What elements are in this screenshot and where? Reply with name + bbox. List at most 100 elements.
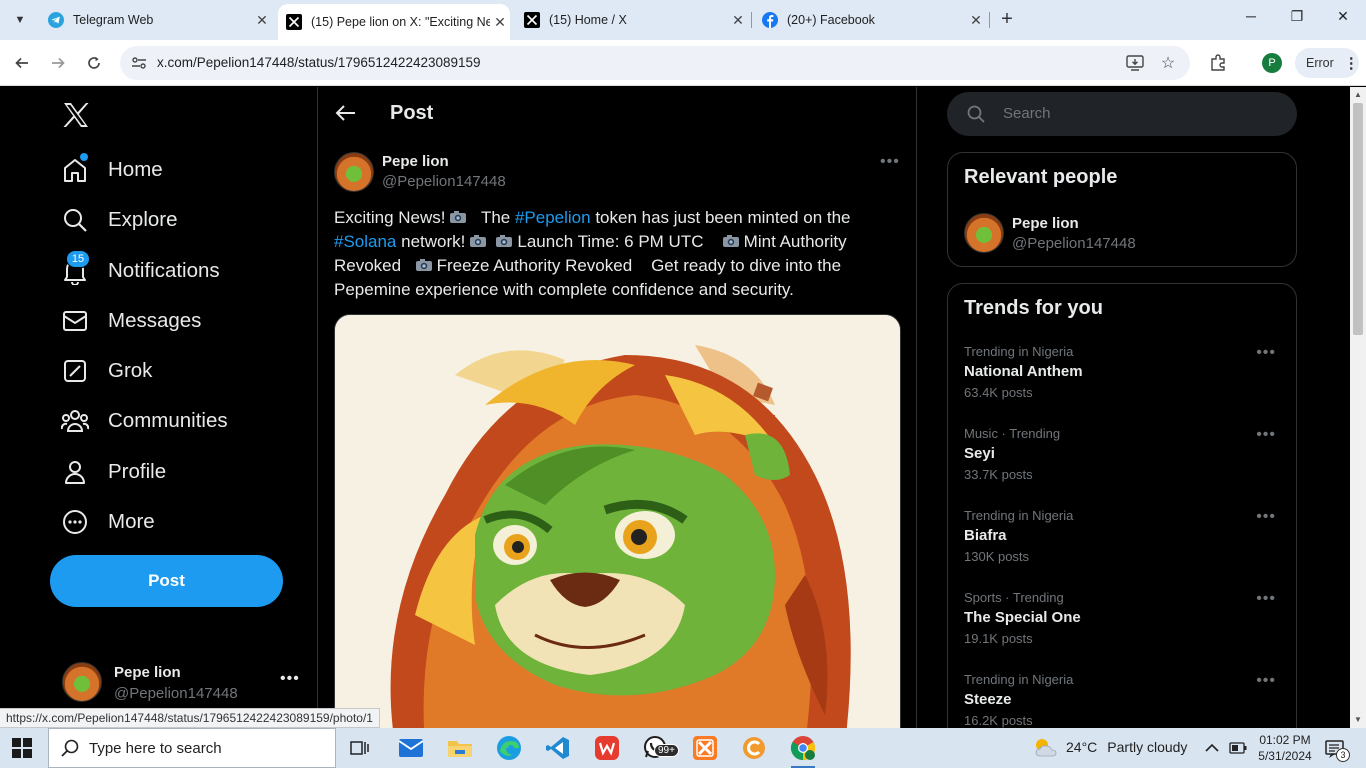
x-icon	[524, 12, 540, 28]
close-icon[interactable]: ✕	[966, 12, 986, 29]
hashtag-link[interactable]: #Pepelion	[515, 208, 591, 227]
tab-title: (15) Pepe lion on X: "Exciting Ne	[311, 15, 490, 29]
card-title: Relevant people	[964, 166, 1118, 188]
more-icon: •••	[280, 670, 300, 687]
tab-telegram[interactable]: Telegram Web ✕	[40, 0, 272, 40]
chevron-up-icon[interactable]	[1202, 738, 1222, 758]
close-icon[interactable]: ✕	[252, 12, 272, 29]
nav-grok[interactable]: Grok	[60, 351, 152, 391]
nav-notifications[interactable]: 15 Notifications	[60, 250, 220, 291]
minimize-button[interactable]: ─	[1239, 8, 1263, 32]
more-circle-icon	[60, 507, 90, 537]
more-icon[interactable]: •••	[1256, 508, 1276, 526]
site-settings-icon[interactable]	[130, 54, 148, 72]
cheat-engine-icon[interactable]	[740, 734, 768, 762]
error-button[interactable]: Error ⋮	[1295, 48, 1359, 78]
post-column: Post Pepe lion @Pepelion147448 ••• Excit…	[317, 87, 917, 728]
more-icon[interactable]: •••	[1256, 672, 1276, 690]
avatar[interactable]	[964, 213, 1004, 253]
person-handle[interactable]: @Pepelion147448	[1012, 235, 1136, 252]
close-icon[interactable]: ✕	[728, 12, 748, 29]
home-icon	[60, 153, 90, 185]
windows-start-icon[interactable]	[12, 738, 32, 758]
tab-facebook[interactable]: (20+) Facebook ✕	[754, 0, 986, 40]
trend-count: 130K posts	[964, 549, 1030, 564]
tab-search-button[interactable]: ▼	[8, 8, 32, 32]
browser-toolbar: x.com/Pepelion147448/status/179651242242…	[0, 40, 1366, 86]
scroll-down-icon[interactable]: ▼	[1350, 712, 1366, 728]
trend-name: The Special One	[964, 609, 1081, 626]
back-arrow-icon[interactable]	[334, 101, 358, 125]
windows-taskbar: Type here to search 99+ 24°C Partly clou…	[0, 728, 1366, 768]
author-avatar[interactable]	[334, 152, 374, 192]
nav-more[interactable]: More	[60, 502, 155, 542]
scrollbar-thumb[interactable]	[1353, 103, 1363, 335]
author-handle[interactable]: @Pepelion147448	[382, 173, 506, 190]
battery-icon[interactable]	[1228, 738, 1248, 758]
restore-button[interactable]: ❐	[1285, 8, 1309, 32]
relevant-people-card: Relevant people Pepe lion @Pepelion14744…	[947, 152, 1297, 267]
reload-button[interactable]	[82, 51, 106, 75]
telegram-icon	[48, 12, 64, 28]
bookmark-star-icon[interactable]: ☆	[1158, 53, 1178, 73]
search-input[interactable]: Search	[947, 92, 1297, 136]
system-clock[interactable]: 01:02 PM 5/31/2024	[1255, 732, 1315, 764]
browser-profile-avatar[interactable]: P	[1262, 53, 1282, 73]
install-app-icon[interactable]	[1125, 53, 1145, 73]
post-more-icon[interactable]: •••	[880, 153, 900, 171]
address-bar[interactable]: x.com/Pepelion147448/status/179651242242…	[120, 46, 1190, 80]
post-image[interactable]	[334, 314, 901, 728]
file-explorer-icon[interactable]	[446, 734, 474, 762]
tab-title: Telegram Web	[73, 13, 154, 27]
whatsapp-icon[interactable]: 99+	[642, 734, 679, 762]
compose-post-button[interactable]: Post	[50, 555, 283, 607]
nav-label: Profile	[108, 460, 167, 483]
hashtag-link[interactable]: #Solana	[334, 232, 396, 251]
weather-widget[interactable]: 24°C Partly cloudy	[1032, 736, 1187, 758]
vscode-icon[interactable]	[544, 734, 572, 762]
author-name[interactable]: Pepe lion	[382, 153, 449, 170]
tab-strip: ▼ Telegram Web ✕ (15) Pepe lion on X: "E…	[0, 0, 1366, 40]
close-window-button[interactable]: ✕	[1331, 8, 1355, 32]
trend-item[interactable]: Trending in Nigeria National Anthem 63.4…	[964, 344, 1284, 414]
post-text-segment: Exciting News!	[334, 208, 446, 227]
wps-office-icon[interactable]	[593, 734, 621, 762]
trend-item[interactable]: Music · Trending Seyi 33.7K posts •••	[964, 426, 1284, 496]
clock-date: 5/31/2024	[1258, 749, 1312, 763]
nav-profile[interactable]: Profile	[60, 452, 166, 492]
extensions-icon[interactable]	[1208, 53, 1228, 73]
more-icon[interactable]: •••	[1256, 344, 1276, 362]
new-tab-button[interactable]: +	[996, 8, 1018, 30]
nav-communities[interactable]: Communities	[60, 401, 228, 441]
trend-item[interactable]: Trending in Nigeria Steeze 16.2K posts •…	[964, 672, 1284, 728]
more-icon[interactable]: •••	[1256, 426, 1276, 444]
xampp-icon[interactable]	[691, 734, 719, 762]
nav-home[interactable]: Home	[60, 150, 163, 190]
nav-messages[interactable]: Messages	[60, 301, 201, 341]
scroll-up-icon[interactable]: ▲	[1350, 87, 1366, 103]
tab-title: (20+) Facebook	[787, 13, 875, 27]
search-placeholder: Search	[1003, 105, 1051, 122]
tab-pepe-lion-post[interactable]: (15) Pepe lion on X: "Exciting Ne ✕	[278, 4, 510, 40]
nav-explore[interactable]: Explore	[60, 200, 178, 240]
account-switcher[interactable]: Pepe lion @Pepelion147448 •••	[62, 662, 302, 704]
edge-browser-icon[interactable]	[495, 734, 523, 762]
trend-item[interactable]: Sports · Trending The Special One 19.1K …	[964, 590, 1284, 660]
taskbar-search-input[interactable]: Type here to search	[48, 728, 336, 768]
chrome-icon[interactable]	[789, 734, 817, 768]
trend-item[interactable]: Trending in Nigeria Biafra 130K posts ••…	[964, 508, 1284, 578]
task-view-icon[interactable]	[346, 734, 374, 762]
page-scrollbar[interactable]: ▲ ▼	[1350, 87, 1366, 728]
post-text-segment: token has just been minted on the	[595, 208, 851, 227]
back-button[interactable]	[10, 51, 34, 75]
forward-button[interactable]	[46, 51, 70, 75]
more-icon[interactable]: •••	[1256, 590, 1276, 608]
weather-description: Partly cloudy	[1107, 739, 1188, 755]
tab-home-x[interactable]: (15) Home / X ✕	[516, 0, 748, 40]
close-icon[interactable]: ✕	[490, 14, 510, 31]
x-logo-icon[interactable]	[60, 99, 92, 131]
avatar	[62, 662, 102, 702]
person-name[interactable]: Pepe lion	[1012, 215, 1079, 232]
trend-count: 63.4K posts	[964, 385, 1033, 400]
mail-app-icon[interactable]	[397, 734, 425, 762]
